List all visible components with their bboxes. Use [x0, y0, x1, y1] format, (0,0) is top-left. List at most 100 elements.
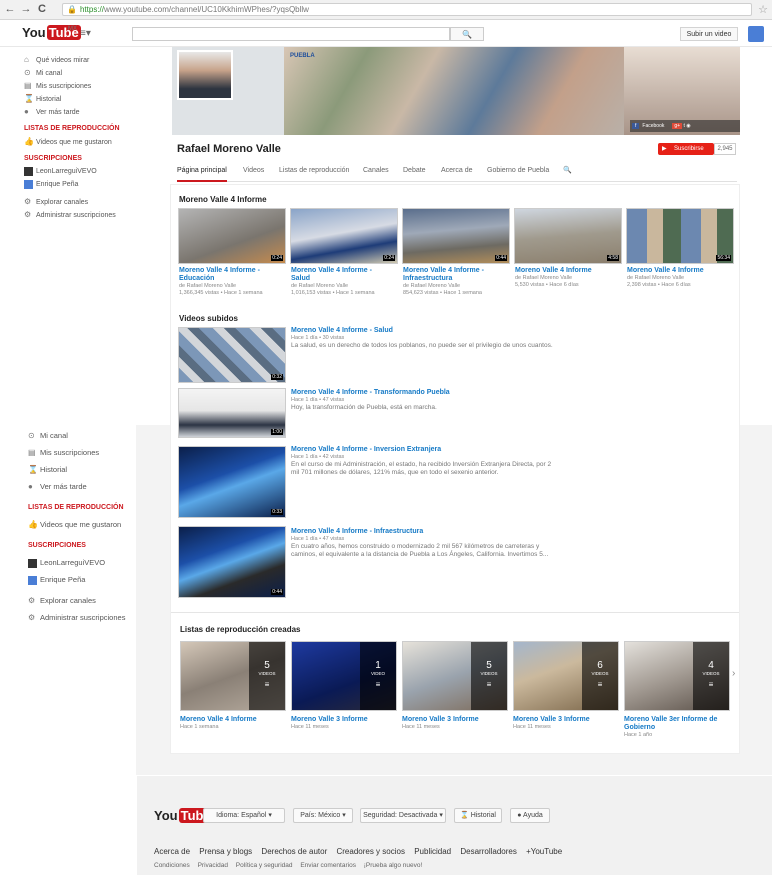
- address-bar[interactable]: 🔒 https://www.youtube.com/channel/UC10Kkh…: [62, 3, 752, 16]
- sidebar-manage-subscriptions[interactable]: ⚙ Administrar suscripciones: [24, 208, 136, 221]
- video-uploader[interactable]: de Rafael Moreno Valle: [515, 275, 623, 282]
- sidebar-explore-channels[interactable]: ⚙ Explorar canales: [28, 592, 140, 609]
- sidebar-item-liked[interactable]: 👍 Videos que me gustaron: [28, 516, 140, 533]
- video-uploader[interactable]: de Rafael Moreno Valle: [403, 283, 511, 290]
- footer-link[interactable]: +YouTube: [526, 847, 562, 856]
- subscriptions-heading[interactable]: SUSCRIPCIONES: [28, 537, 140, 554]
- playlist-thumbnail[interactable]: 6 VIDEOS ≡: [513, 641, 619, 711]
- video-thumbnail[interactable]: 0:33: [178, 446, 286, 518]
- reload-button[interactable]: C: [36, 3, 48, 15]
- sidebar-item-my-channel[interactable]: ⊙ Mi canal: [28, 427, 140, 444]
- video-title[interactable]: Moreno Valle 4 Informe - Infraestructura: [403, 267, 511, 283]
- playlist-title[interactable]: Moreno Valle 3 Informe: [291, 716, 397, 724]
- video-thumbnail[interactable]: 56:34: [626, 208, 734, 264]
- footer-link[interactable]: Condiciones: [154, 862, 190, 869]
- sidebar-item-history[interactable]: ⌛ Historial: [28, 461, 140, 478]
- back-button[interactable]: ←: [4, 3, 16, 15]
- sidebar-sub-leon[interactable]: LeonLarreguiVEVO: [24, 165, 136, 178]
- featured-section-title[interactable]: Moreno Valle 4 Informe: [179, 195, 267, 204]
- footer-link[interactable]: Enviar comentarios: [300, 862, 356, 869]
- search-input[interactable]: [132, 27, 450, 41]
- playlist-title[interactable]: Moreno Valle 3 Informe: [513, 716, 619, 724]
- language-selector[interactable]: Idioma: Español ▾: [203, 808, 285, 823]
- sidebar-item-my-channel[interactable]: ⊙ Mi canal: [24, 66, 136, 79]
- channel-avatar[interactable]: [177, 50, 233, 100]
- video-thumbnail[interactable]: 4:58: [514, 208, 622, 264]
- video-thumbnail[interactable]: 0:24: [290, 208, 398, 264]
- video-thumbnail[interactable]: 0:44: [402, 208, 510, 264]
- footer-link[interactable]: Prensa y blogs: [199, 847, 252, 856]
- footer-link[interactable]: ¡Prueba algo nuevo!: [364, 862, 423, 869]
- video-thumbnail[interactable]: 0:44: [178, 526, 286, 598]
- google-plus-icon[interactable]: g+: [672, 123, 683, 129]
- footer-link[interactable]: Creadores y socios: [336, 847, 404, 856]
- video-thumbnail[interactable]: 1:00: [178, 388, 286, 438]
- playlist-thumbnail[interactable]: 1 VIDEO ≡: [291, 641, 397, 711]
- account-avatar[interactable]: [748, 26, 764, 42]
- video-title[interactable]: Moreno Valle 4 Informe - Salud: [291, 327, 731, 335]
- video-uploader[interactable]: de Rafael Moreno Valle: [627, 275, 735, 282]
- video-title[interactable]: Moreno Valle 4 Informe - Salud: [291, 267, 399, 283]
- tab-videos[interactable]: Videos: [243, 166, 264, 182]
- uploads-section-title[interactable]: Videos subidos: [179, 314, 238, 323]
- footer-link[interactable]: Publicidad: [414, 847, 451, 856]
- sidebar-item-what-to-watch[interactable]: ⌂ Qué videos mirar: [24, 53, 136, 66]
- subscriptions-heading[interactable]: SUSCRIPCIONES: [24, 152, 136, 165]
- tab-home[interactable]: Página principal: [177, 166, 227, 182]
- playlist-thumbnail[interactable]: 5 VIDEOS ≡: [180, 641, 286, 711]
- history-button[interactable]: ⌛ Historial: [454, 808, 502, 823]
- video-uploader[interactable]: de Rafael Moreno Valle: [291, 283, 399, 290]
- footer-link[interactable]: Acerca de: [154, 847, 190, 856]
- playlist-title[interactable]: Moreno Valle 3er Informe de Gobierno: [624, 716, 734, 732]
- tab-channels[interactable]: Canales: [363, 166, 389, 182]
- guide-menu-icon[interactable]: ≡▾: [80, 28, 91, 39]
- video-title[interactable]: Moreno Valle 4 Informe - Educación: [179, 267, 287, 283]
- website-icon[interactable]: ◉: [686, 123, 690, 129]
- search-button[interactable]: 🔍: [450, 27, 484, 41]
- sidebar-sub-enrique[interactable]: Enrique Peña: [28, 571, 140, 588]
- sidebar-sub-leon[interactable]: LeonLarreguiVEVO: [28, 554, 140, 571]
- footer-link[interactable]: Política y seguridad: [236, 862, 293, 869]
- tab-discussion[interactable]: Debate: [403, 166, 426, 182]
- tab-about[interactable]: Acerca de: [441, 166, 473, 182]
- footer-link[interactable]: Derechos de autor: [261, 847, 327, 856]
- video-title[interactable]: Moreno Valle 4 Informe - Infraestructura: [291, 528, 561, 536]
- sidebar-item-watch-later[interactable]: ● Ver más tarde: [28, 478, 140, 495]
- sidebar-item-history[interactable]: ⌛ Historial: [24, 92, 136, 105]
- channel-search-icon[interactable]: 🔍: [563, 166, 572, 182]
- banner-social-links[interactable]: f Facebook g+ t ◉: [630, 120, 740, 132]
- tab-playlists[interactable]: Listas de reproducción: [279, 166, 349, 182]
- playlist-thumbnail[interactable]: 5 VIDEOS ≡: [402, 641, 508, 711]
- video-title[interactable]: Moreno Valle 4 Informe - Inversion Extra…: [291, 446, 561, 454]
- upload-button[interactable]: Subir un video: [680, 27, 738, 41]
- chevron-right-icon[interactable]: ›: [732, 668, 735, 679]
- playlist-title[interactable]: Moreno Valle 3 Informe: [402, 716, 508, 724]
- playlist-thumbnail[interactable]: 4 VIDEOS ≡: [624, 641, 730, 711]
- subscribe-button[interactable]: Suscribirse: [658, 143, 714, 155]
- safety-mode-selector[interactable]: Seguridad: Desactivada ▾: [360, 808, 446, 823]
- video-thumbnail[interactable]: 0:24: [178, 208, 286, 264]
- sidebar-item-subscriptions[interactable]: ▤ Mis suscripciones: [24, 79, 136, 92]
- playlists-heading[interactable]: LISTAS DE REPRODUCCIÓN: [28, 499, 140, 516]
- help-button[interactable]: ● Ayuda: [510, 808, 550, 823]
- playlists-section-title[interactable]: Listas de reproducción creadas: [180, 625, 301, 634]
- video-title[interactable]: Moreno Valle 4 Informe: [515, 267, 623, 275]
- video-thumbnail[interactable]: 0:32: [178, 327, 286, 383]
- sidebar-explore-channels[interactable]: ⚙ Explorar canales: [24, 195, 136, 208]
- video-uploader[interactable]: de Rafael Moreno Valle: [179, 283, 287, 290]
- forward-button[interactable]: →: [20, 3, 32, 15]
- playlist-title[interactable]: Moreno Valle 4 Informe: [180, 716, 286, 724]
- footer-link[interactable]: Privacidad: [198, 862, 228, 869]
- playlists-heading[interactable]: LISTAS DE REPRODUCCIÓN: [24, 122, 136, 135]
- sidebar-sub-enrique[interactable]: Enrique Peña: [24, 178, 136, 191]
- facebook-icon[interactable]: f: [632, 123, 640, 129]
- sidebar-item-liked[interactable]: 👍 Videos que me gustaron: [24, 135, 136, 148]
- footer-link[interactable]: Desarrolladores: [460, 847, 516, 856]
- video-title[interactable]: Moreno Valle 4 Informe - Transformando P…: [291, 389, 731, 397]
- sidebar-item-subscriptions[interactable]: ▤ Mis suscripciones: [28, 444, 140, 461]
- channel-title[interactable]: Rafael Moreno Valle: [177, 143, 281, 155]
- bookmark-star-icon[interactable]: ☆: [758, 3, 768, 16]
- country-selector[interactable]: País: México ▾: [293, 808, 353, 823]
- sidebar-item-watch-later[interactable]: ● Ver más tarde: [24, 105, 136, 118]
- video-title[interactable]: Moreno Valle 4 Informe: [627, 267, 735, 275]
